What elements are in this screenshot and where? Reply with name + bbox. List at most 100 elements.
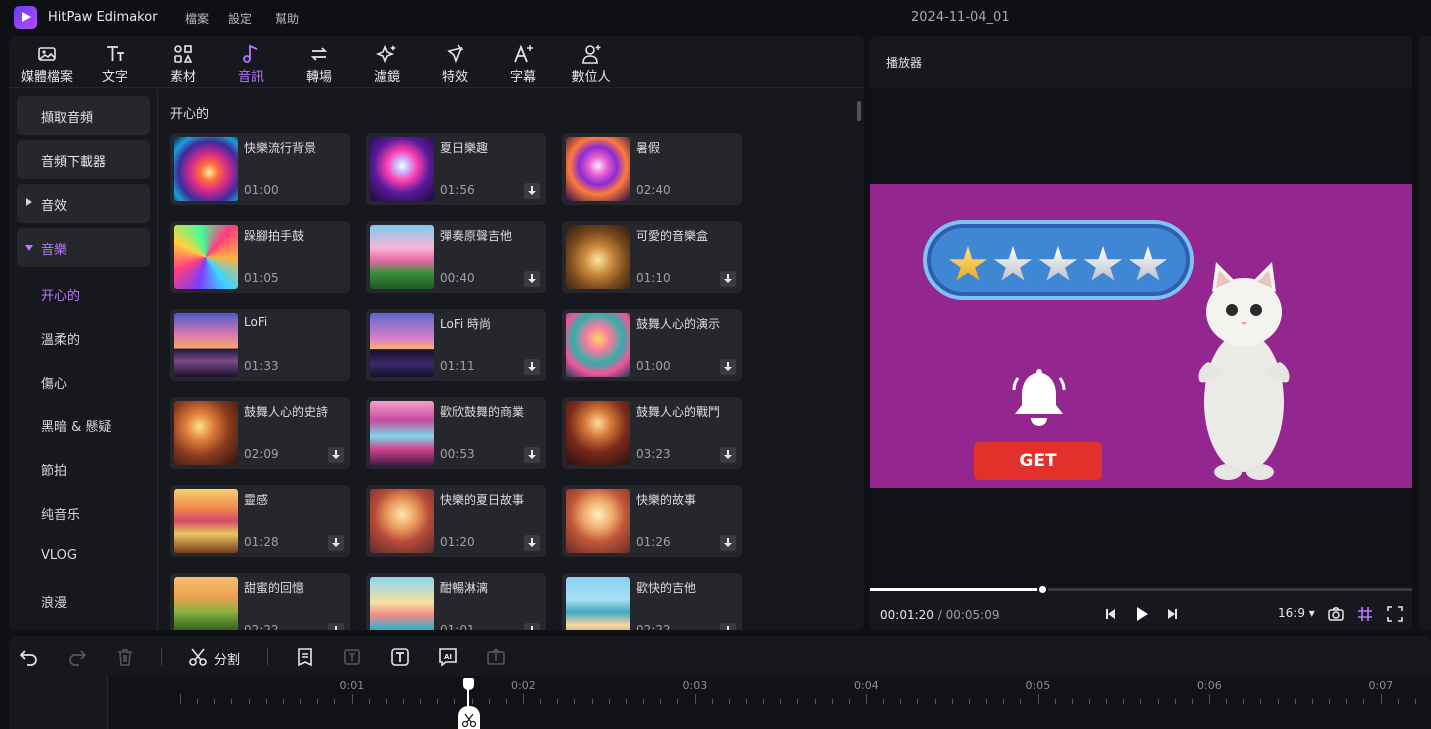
tab-elements[interactable]: 素材 <box>151 36 215 88</box>
track-thumbnail <box>174 489 238 553</box>
track-title: 鼓舞人心的戰鬥 <box>636 405 721 419</box>
download-icon[interactable] <box>328 623 344 630</box>
tab-audio[interactable]: 音訊 <box>219 36 283 88</box>
fullscreen-icon[interactable] <box>1385 604 1405 624</box>
app-name: HitPaw Edimakor <box>48 10 158 25</box>
ruler-tick <box>625 699 627 704</box>
track-card[interactable]: 甜蜜的回憶 02:22 <box>170 573 350 630</box>
track-card[interactable]: 夏日樂趣 01:56 <box>366 133 546 205</box>
digital-human-icon <box>582 45 601 64</box>
category-romantic[interactable]: 浪漫 <box>41 592 67 611</box>
ai-caption-icon[interactable]: AI <box>437 646 459 668</box>
redo-icon[interactable] <box>66 646 88 668</box>
tab-effects[interactable]: 特效 <box>423 36 487 88</box>
ruler-tick <box>300 699 302 704</box>
download-icon[interactable] <box>720 535 736 551</box>
toolbar-divider <box>267 648 268 665</box>
track-card[interactable]: 快樂的夏日故事 01:20 <box>366 485 546 557</box>
download-icon[interactable] <box>720 271 736 287</box>
track-card[interactable]: 可愛的音樂盒 01:10 <box>562 221 742 293</box>
category-gentle[interactable]: 溫柔的 <box>41 329 80 348</box>
track-header-column <box>9 676 108 729</box>
aspect-ratio-select[interactable]: 16:9 ▾ <box>1278 606 1315 620</box>
track-card[interactable]: 酣暢淋漓 01:01 <box>366 573 546 630</box>
current-time: 00:01:20 <box>880 608 934 622</box>
track-card[interactable]: 靈感 01:28 <box>170 485 350 557</box>
tab-filters[interactable]: 濾鏡 <box>355 36 419 88</box>
music-folder[interactable]: 音樂 <box>17 228 150 267</box>
track-card[interactable]: 彈奏原聲吉他 00:40 <box>366 221 546 293</box>
grid-icon[interactable] <box>1355 604 1375 624</box>
track-card[interactable]: 歡快的吉他 02:22 <box>562 573 742 630</box>
timeline-ruler[interactable]: 0:01 0:02 0:03 0:04 0:05 0:06 0:07 <box>9 676 1431 729</box>
track-thumbnail <box>174 577 238 630</box>
track-thumbnail <box>174 313 238 377</box>
ruler-tick <box>1037 694 1039 704</box>
next-frame-icon[interactable] <box>1161 604 1181 624</box>
track-card[interactable]: 鼓舞人心的戰鬥 03:23 <box>562 397 742 469</box>
menu-settings[interactable]: 設定 <box>228 10 252 27</box>
track-card[interactable]: 鼓舞人心的史詩 02:09 <box>170 397 350 469</box>
tab-transitions[interactable]: 轉場 <box>287 36 351 88</box>
export-clip-icon[interactable] <box>485 646 507 668</box>
track-card[interactable]: 快樂流行背景 01:00 <box>170 133 350 205</box>
camera-snapshot-icon[interactable] <box>1326 604 1346 624</box>
category-happy[interactable]: 开心的 <box>41 285 80 304</box>
track-card[interactable]: LoFi 01:33 <box>170 309 350 381</box>
text-frame-icon[interactable] <box>342 646 364 668</box>
download-icon[interactable] <box>328 535 344 551</box>
download-icon[interactable] <box>720 623 736 630</box>
tab-media[interactable]: 媒體檔案 <box>15 36 79 88</box>
video-preview[interactable]: GET NOTIFIED <box>870 184 1412 488</box>
scrollbar[interactable] <box>857 101 861 121</box>
download-icon[interactable] <box>524 271 540 287</box>
category-vlog[interactable]: VLOG <box>41 548 77 563</box>
tab-captions[interactable]: 字幕 <box>491 36 555 88</box>
audio-downloader-button[interactable]: 音頻下載器 <box>17 140 150 179</box>
previous-frame-icon[interactable] <box>1102 604 1122 624</box>
progress-handle[interactable] <box>1037 584 1049 595</box>
delete-icon[interactable] <box>114 646 136 668</box>
download-icon[interactable] <box>524 447 540 463</box>
track-card[interactable]: 鼓舞人心的演示 01:00 <box>562 309 742 381</box>
text-box-icon[interactable] <box>389 646 411 668</box>
download-icon[interactable] <box>524 359 540 375</box>
download-icon[interactable] <box>720 447 736 463</box>
playhead-handle[interactable] <box>463 678 475 690</box>
download-icon[interactable] <box>524 623 540 630</box>
undo-icon[interactable] <box>18 646 40 668</box>
track-card[interactable]: 跺腳拍手鼓 01:05 <box>170 221 350 293</box>
track-card[interactable]: 歡欣鼓舞的商業 00:53 <box>366 397 546 469</box>
ruler-tick <box>437 699 439 704</box>
play-icon[interactable] <box>1131 604 1151 624</box>
track-card[interactable]: 快樂的故事 01:26 <box>562 485 742 557</box>
menu-help[interactable]: 幫助 <box>275 10 299 27</box>
category-pure-music[interactable]: 纯音乐 <box>41 504 80 523</box>
track-card[interactable]: LoFi 時尚 01:11 <box>366 309 546 381</box>
sound-effects-folder[interactable]: 音效 <box>17 184 150 223</box>
category-dark-suspense[interactable]: 黑暗 & 懸疑 <box>41 416 111 435</box>
timecode: 00:01:20 / 00:05:09 <box>880 608 999 622</box>
ruler-tick <box>831 699 833 704</box>
download-icon[interactable] <box>328 447 344 463</box>
download-icon[interactable] <box>524 183 540 199</box>
track-card[interactable]: 暑假 02:40 <box>562 133 742 205</box>
playback-progress[interactable] <box>870 584 1412 595</box>
ruler-tick <box>1294 699 1296 704</box>
ruler-tick <box>883 699 885 704</box>
category-beats[interactable]: 節拍 <box>41 460 67 479</box>
download-icon[interactable] <box>720 359 736 375</box>
ruler-tick <box>368 699 370 704</box>
category-sad[interactable]: 傷心 <box>41 373 67 392</box>
extract-audio-button[interactable]: 擷取音頻 <box>17 96 150 135</box>
scissors-icon[interactable] <box>187 646 209 668</box>
tab-text[interactable]: 文字 <box>83 36 147 88</box>
subtitle-marker-icon[interactable] <box>294 646 316 668</box>
track-thumbnail <box>566 577 630 630</box>
menu-file[interactable]: 檔案 <box>185 10 209 27</box>
download-icon[interactable] <box>524 535 540 551</box>
tab-digital-human[interactable]: 數位人 <box>559 36 623 88</box>
ruler-tick <box>1226 699 1228 704</box>
playhead-split-icon[interactable] <box>458 706 481 729</box>
split-button[interactable]: 分割 <box>214 649 240 668</box>
